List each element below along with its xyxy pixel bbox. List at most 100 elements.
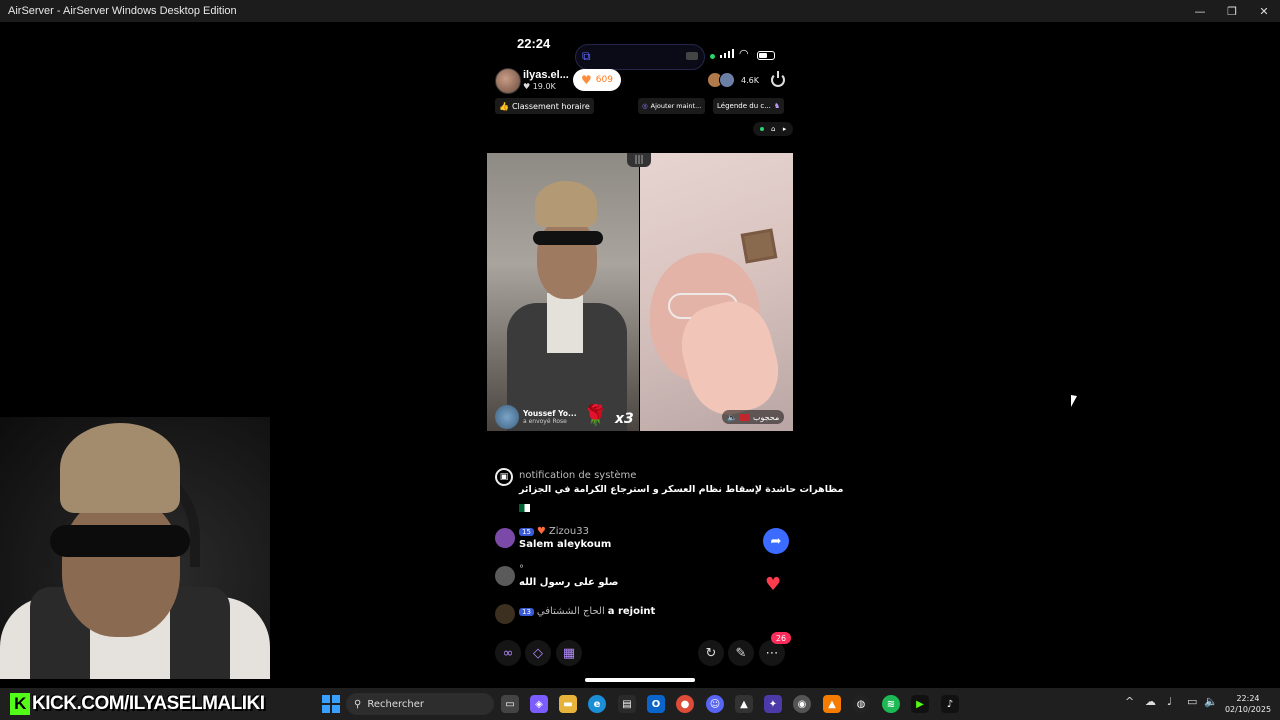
chat-username: Zizou33 [548,526,589,537]
task-view-icon[interactable]: ▭ [501,695,519,713]
gift-multiplier: x3 [615,411,634,427]
spiral-icon: ◎ [642,102,648,110]
level-badge: 15 [519,527,534,536]
file-explorer-icon[interactable]: ▬ [559,695,577,713]
chat-avatar [495,604,515,624]
legend-tag[interactable]: Légende du c... ♞ [713,98,785,114]
joined-text: a rejoint [607,606,656,617]
store-icon[interactable]: ▤ [618,695,636,713]
chat-text: Salem aleykoum [519,539,612,550]
thumbs-icon: 👍 [499,101,509,111]
microphone-icon[interactable]: ♩ [1167,695,1172,708]
taskbar-time: 22:24 [1236,694,1260,703]
wall-frame [740,228,778,264]
battery-icon [757,51,775,60]
tiktok-icon[interactable]: ♪ [941,695,959,713]
chat-username: ° [519,564,524,575]
host-likes-value: 19.0K [532,82,556,91]
rose-icon: 🌹 [583,403,608,427]
phone-time: 22:24 [517,36,551,51]
signal-icon [720,48,734,58]
copilot-icon[interactable]: ◈ [530,695,548,713]
game-icon[interactable]: ✦ [764,695,782,713]
like-heart-icon[interactable]: ♥ [765,574,781,595]
add-tag-label: Ajouter maint... [650,102,702,110]
start-button[interactable] [322,695,340,713]
island-indicator-icon [686,52,698,60]
webcam-sunglasses [50,525,190,557]
person-hat [535,181,597,227]
power-icon[interactable] [771,71,785,87]
screen-mirror-icon: ⧉ [582,49,591,63]
tray-overflow-icon[interactable]: ^ [1125,695,1134,708]
legend-avatar-icon: ♞ [773,102,781,110]
steam-icon[interactable]: ◉ [793,695,811,713]
chevron-right-icon: ▸ [782,125,787,133]
link-icon[interactable]: ∞ [495,640,521,666]
guest-label[interactable]: 🔈 محجوب [722,410,785,424]
camera-icon: ⌂ [771,125,776,133]
outlook-icon[interactable]: O [647,695,665,713]
bottom-toolbar: ∞ ◇ ▦ ↻ ✎ ⋯ 26 [495,632,791,666]
network-icon[interactable]: ▭ [1187,695,1197,708]
onedrive-icon[interactable]: ☁ [1145,695,1156,708]
apps-grid-icon[interactable]: ▦ [556,640,582,666]
live-header: ilyas.el... ♥ 19.0K ♥ 609 4.6K [495,68,787,94]
speaker-icon: 🔈 [727,412,737,422]
webcam-vest-right [170,587,230,679]
gift-sender-avatar [495,405,519,429]
morocco-flag-icon [739,413,750,421]
kick-app-icon[interactable]: ▶ [911,695,929,713]
split-handle[interactable]: ||| [627,153,651,167]
discord-icon[interactable]: ☺ [706,695,724,713]
chrome-icon[interactable]: ● [676,695,694,713]
volume-icon[interactable]: 🔈 [1204,695,1218,708]
edge-icon[interactable]: e [588,695,606,713]
spotify-icon[interactable]: ≋ [882,695,900,713]
viewer-count: 4.6K [741,75,759,85]
close-button[interactable]: ✕ [1248,0,1280,22]
window-title: AirServer - AirServer Windows Desktop Ed… [8,5,237,17]
share-arrow-icon[interactable]: ↻ [698,640,724,666]
share-icon[interactable]: ➦ [763,528,789,554]
wifi-icon: ◠ [739,47,749,60]
phone-status-bar: 22:24 ⧉ ◠ [487,34,793,70]
obs-icon[interactable]: ◍ [852,695,870,713]
viewer-list[interactable]: 4.6K [707,72,759,88]
webcam-overlay [0,417,270,679]
hearts-button[interactable]: ♥ 609 [573,69,621,91]
host-name[interactable]: ilyas.el... [523,69,569,81]
minimize-button[interactable]: — [1184,0,1216,22]
maximize-button[interactable]: ❐ [1216,0,1248,22]
person-shirt [547,293,583,353]
hourly-ranking-tag[interactable]: 👍 Classement horaire [495,98,594,114]
mirrored-phone-screen: 22:24 ⧉ ◠ ilyas.el... ♥ 19.0K ♥ 609 4.6K… [487,22,843,687]
taskbar-search[interactable]: ⚲ Rechercher [346,693,494,715]
taskbar-clock[interactable]: 22:24 02/10/2025 [1220,693,1276,715]
add-tag[interactable]: ◎ Ajouter maint... [638,98,706,114]
gift-notification: Youssef Yo... a envoyé Rose [495,405,577,429]
battle-icon[interactable]: ◇ [525,640,551,666]
airserver-icon[interactable]: ▲ [735,695,753,713]
search-placeholder: Rechercher [367,698,424,710]
webcam-hat [60,423,180,513]
camera-indicator-icon [710,54,715,59]
magic-wand-icon[interactable]: ✎ [728,640,754,666]
notification-badge: 26 [771,632,791,644]
host-avatar[interactable] [495,68,521,94]
home-indicator[interactable] [585,678,695,682]
right-video-feed[interactable]: 🔈 محجوب [640,153,793,431]
fan-heart-icon: ♥ [536,526,546,537]
vlc-icon[interactable]: ▲ [823,695,841,713]
hourly-ranking-label: Classement horaire [511,101,590,111]
legend-tag-label: Légende du c... [717,102,771,110]
host-likes: ♥ 19.0K [523,82,556,91]
algeria-flag-icon [519,504,530,512]
heart-icon: ♥ [581,73,592,87]
status-dot-icon [759,127,764,131]
left-video-feed[interactable]: Youssef Yo... a envoyé Rose 🌹 x3 [487,153,639,431]
mini-controls[interactable]: ⌂ ▸ [753,122,793,136]
gift-description: a envoyé Rose [523,418,567,425]
viewer-avatar [719,72,735,88]
system-notification-title: notification de système [519,470,637,481]
